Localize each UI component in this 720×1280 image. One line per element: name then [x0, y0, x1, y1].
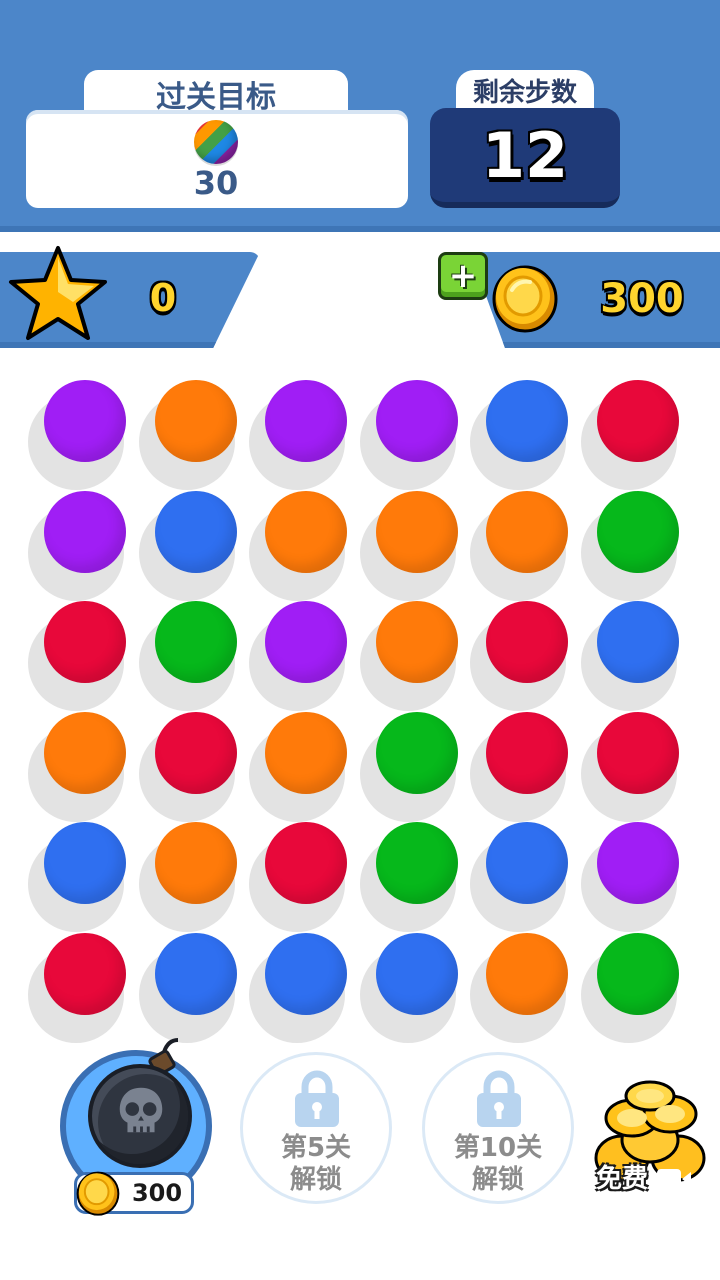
bomb-price-value: 300: [131, 1179, 183, 1207]
lock-icon: [477, 1070, 521, 1127]
ball-cell[interactable]: [249, 490, 375, 601]
blue-ball[interactable]: [265, 932, 347, 1015]
ball-cell[interactable]: [580, 932, 707, 1043]
ball-cell[interactable]: [249, 380, 375, 490]
ball-cell[interactable]: [138, 601, 265, 711]
ball-cell[interactable]: [580, 601, 707, 711]
lock-icon: [295, 1070, 339, 1127]
ball-cell[interactable]: [28, 822, 154, 932]
locked-tool-level-5[interactable]: 第5关 解锁: [240, 1052, 392, 1204]
orange-ball[interactable]: [486, 490, 568, 573]
green-ball[interactable]: [375, 822, 458, 904]
blue-ball[interactable]: [154, 932, 237, 1015]
ball-cell[interactable]: [470, 822, 596, 932]
steps-label: 剩余步数: [456, 70, 594, 110]
ball-cell[interactable]: [28, 380, 154, 490]
ball-cell[interactable]: [470, 711, 596, 822]
ball-cell[interactable]: [470, 380, 596, 490]
blue-ball[interactable]: [44, 822, 126, 904]
ball-cell[interactable]: [28, 711, 154, 822]
ball-cell[interactable]: [470, 932, 596, 1043]
ball-cell[interactable]: [138, 822, 265, 932]
ball-cell[interactable]: [580, 380, 707, 490]
red-ball[interactable]: [486, 711, 568, 794]
orange-ball[interactable]: [44, 711, 126, 794]
free-coins-label[interactable]: 免费: [596, 1158, 648, 1195]
purple-ball[interactable]: [44, 490, 126, 573]
ball-cell[interactable]: [359, 932, 486, 1043]
orange-ball[interactable]: [375, 490, 458, 573]
green-ball[interactable]: [375, 711, 458, 794]
coin-value: 300: [600, 276, 684, 322]
red-ball[interactable]: [596, 711, 679, 794]
coin-icon: [76, 1171, 120, 1216]
ball-cell[interactable]: [580, 822, 707, 932]
plus-icon: +: [448, 256, 478, 296]
blue-ball[interactable]: [486, 822, 568, 904]
steps-value: 12: [481, 118, 569, 192]
red-ball[interactable]: [486, 601, 568, 683]
purple-ball[interactable]: [265, 601, 347, 683]
locked-tool-level-10[interactable]: 第10关 解锁: [422, 1052, 574, 1204]
score-value: 0: [149, 276, 177, 320]
blue-ball[interactable]: [375, 932, 458, 1015]
ball-cell[interactable]: [138, 380, 265, 490]
orange-ball[interactable]: [486, 932, 568, 1015]
ball-cell[interactable]: [249, 711, 375, 822]
purple-ball[interactable]: [596, 822, 679, 904]
ball-cell[interactable]: [249, 932, 375, 1043]
blue-ball[interactable]: [154, 490, 237, 573]
green-ball[interactable]: [154, 601, 237, 683]
ball-cell[interactable]: [470, 601, 596, 711]
red-ball[interactable]: [44, 932, 126, 1015]
ball-cell[interactable]: [359, 711, 486, 822]
ball-cell[interactable]: [138, 490, 265, 601]
ball-cell[interactable]: [138, 711, 265, 822]
ball-cell[interactable]: [249, 601, 375, 711]
bomb-price-tag: 300: [74, 1171, 194, 1216]
coin-icon: [492, 265, 558, 333]
ball-cell[interactable]: [28, 932, 154, 1043]
ball-cell[interactable]: [359, 822, 486, 932]
ball-cell[interactable]: [580, 490, 707, 601]
add-coins-button[interactable]: +: [438, 252, 488, 300]
goal-count: 30: [193, 164, 239, 202]
orange-ball[interactable]: [265, 711, 347, 794]
ball-cell[interactable]: [28, 601, 154, 711]
ball-cell[interactable]: [359, 380, 486, 490]
ball-cell[interactable]: [138, 932, 265, 1043]
blue-ball[interactable]: [596, 601, 679, 683]
purple-ball[interactable]: [44, 380, 126, 462]
orange-ball[interactable]: [154, 822, 237, 904]
red-ball[interactable]: [154, 711, 237, 794]
orange-ball[interactable]: [265, 490, 347, 573]
red-ball[interactable]: [265, 822, 347, 904]
blue-ball[interactable]: [486, 380, 568, 462]
green-ball[interactable]: [596, 490, 679, 573]
ball-cell[interactable]: [249, 822, 375, 932]
rainbow-ball-icon: [194, 120, 238, 164]
orange-ball[interactable]: [375, 601, 458, 683]
unlock-label: 解锁: [289, 1165, 342, 1195]
red-ball[interactable]: [44, 601, 126, 683]
ball-grid: [0, 370, 720, 1050]
red-ball[interactable]: [596, 380, 679, 462]
ball-cell[interactable]: [359, 490, 486, 601]
purple-ball[interactable]: [375, 380, 458, 462]
ball-cell[interactable]: [470, 490, 596, 601]
ball-cell[interactable]: [580, 711, 707, 822]
purple-ball[interactable]: [265, 380, 347, 462]
star-icon: [9, 246, 107, 340]
unlock-label: 解锁: [471, 1165, 524, 1195]
orange-ball[interactable]: [154, 380, 237, 462]
ball-cell[interactable]: [359, 601, 486, 711]
video-ad-icon: [657, 1169, 691, 1189]
skull-icon: [119, 1087, 163, 1133]
green-ball[interactable]: [596, 932, 679, 1015]
steps-panel: 12: [430, 108, 620, 208]
ball-cell[interactable]: [28, 490, 154, 601]
